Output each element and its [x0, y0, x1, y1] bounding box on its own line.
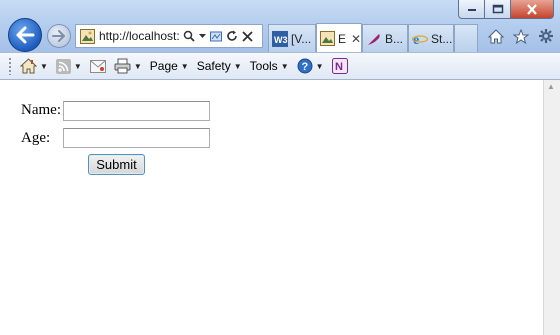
window-controls [458, 0, 554, 19]
printer-icon [114, 58, 131, 74]
address-url[interactable]: http://localhost: [99, 29, 181, 43]
new-tab-button[interactable] [454, 24, 478, 52]
compatibility-view-icon[interactable] [210, 30, 222, 42]
age-field[interactable] [63, 128, 210, 148]
tools-menu[interactable]: Tools ▼ [250, 59, 289, 73]
age-label: Age: [21, 130, 51, 146]
site-favicon-icon [80, 28, 95, 44]
tab-2-label: E [338, 31, 347, 46]
tab-3-label: B... [385, 31, 404, 46]
minimize-button[interactable] [458, 0, 484, 19]
rss-feed-icon [55, 58, 71, 74]
help-icon: ? [297, 58, 313, 74]
w3-icon: W3 [272, 30, 288, 47]
svg-text:N: N [335, 61, 343, 73]
chevron-down-icon[interactable]: ▼ [134, 62, 142, 71]
address-bar[interactable]: http://localhost: [75, 24, 263, 48]
safety-menu[interactable]: Safety ▼ [197, 59, 242, 73]
toolbar-grip[interactable] [8, 57, 12, 75]
chevron-down-icon[interactable]: ▼ [40, 62, 48, 71]
arrow-right-icon [52, 30, 65, 42]
name-label: Name: [21, 102, 61, 118]
chevron-down-icon: ▼ [180, 61, 189, 71]
maximize-button[interactable] [484, 0, 510, 19]
feather-icon [366, 31, 382, 47]
tab-1-label: [V... [291, 31, 312, 46]
tools-menu-label: Tools [249, 59, 278, 73]
arrow-left-icon [16, 26, 35, 44]
gear-icon[interactable] [538, 28, 554, 44]
home-button[interactable]: ▼ [20, 58, 48, 74]
svg-text:W3: W3 [274, 35, 288, 45]
command-bar: ▼ ▼ ▼ Page ▼ Safety ▼ Tools ▼ ? ▼ N [0, 52, 560, 80]
tab-2-active[interactable]: E ✕ [316, 23, 362, 53]
print-button[interactable]: ▼ [114, 58, 142, 74]
favorites-star-icon[interactable] [513, 28, 529, 44]
forward-button[interactable] [47, 24, 71, 48]
chevron-down-icon[interactable]: ▼ [316, 62, 324, 71]
page-menu[interactable]: Page ▼ [150, 59, 189, 73]
tab-4-label: St... [431, 31, 453, 46]
stop-icon[interactable] [242, 30, 253, 42]
read-mail-button[interactable] [89, 59, 106, 73]
help-button[interactable]: ? ▼ [297, 58, 324, 74]
refresh-icon[interactable] [226, 30, 238, 42]
tab-1[interactable]: W3 [V... [268, 24, 316, 52]
browser-right-icons [488, 28, 554, 44]
tab-3[interactable]: B... [362, 24, 408, 52]
scroll-up-icon[interactable]: ▲ [547, 82, 555, 91]
close-icon [527, 3, 537, 15]
page-menu-label: Page [149, 59, 178, 73]
chevron-down-icon: ▼ [233, 61, 242, 71]
mail-icon [89, 59, 106, 73]
name-field[interactable] [63, 101, 210, 121]
search-icon[interactable] [183, 30, 195, 42]
internet-explorer-icon: e [412, 31, 428, 47]
minimize-icon [467, 9, 476, 11]
vertical-scrollbar[interactable]: ▲ [543, 80, 560, 335]
onenote-button[interactable]: N [331, 58, 348, 74]
submit-button[interactable]: Submit [88, 154, 145, 175]
safety-menu-label: Safety [196, 59, 231, 73]
back-button[interactable] [8, 18, 42, 52]
chevron-down-icon[interactable] [199, 33, 206, 39]
close-window-button[interactable] [510, 0, 554, 19]
page-content: Name: Age: [0, 80, 543, 335]
tab-4[interactable]: e St... [408, 24, 454, 52]
browser-window: http://localhost: W3 [V... E ✕ B... e St… [0, 0, 560, 335]
chevron-down-icon: ▼ [280, 61, 289, 71]
site-favicon-icon [320, 31, 335, 47]
home-icon[interactable] [488, 28, 504, 44]
chevron-down-icon[interactable]: ▼ [74, 62, 82, 71]
onenote-icon: N [331, 58, 348, 74]
svg-text:?: ? [301, 61, 308, 73]
home-icon [20, 58, 37, 74]
tab-close-icon[interactable]: ✕ [351, 32, 361, 46]
svg-text:e: e [413, 33, 419, 47]
maximize-icon [492, 4, 503, 14]
feeds-button[interactable]: ▼ [55, 58, 82, 74]
